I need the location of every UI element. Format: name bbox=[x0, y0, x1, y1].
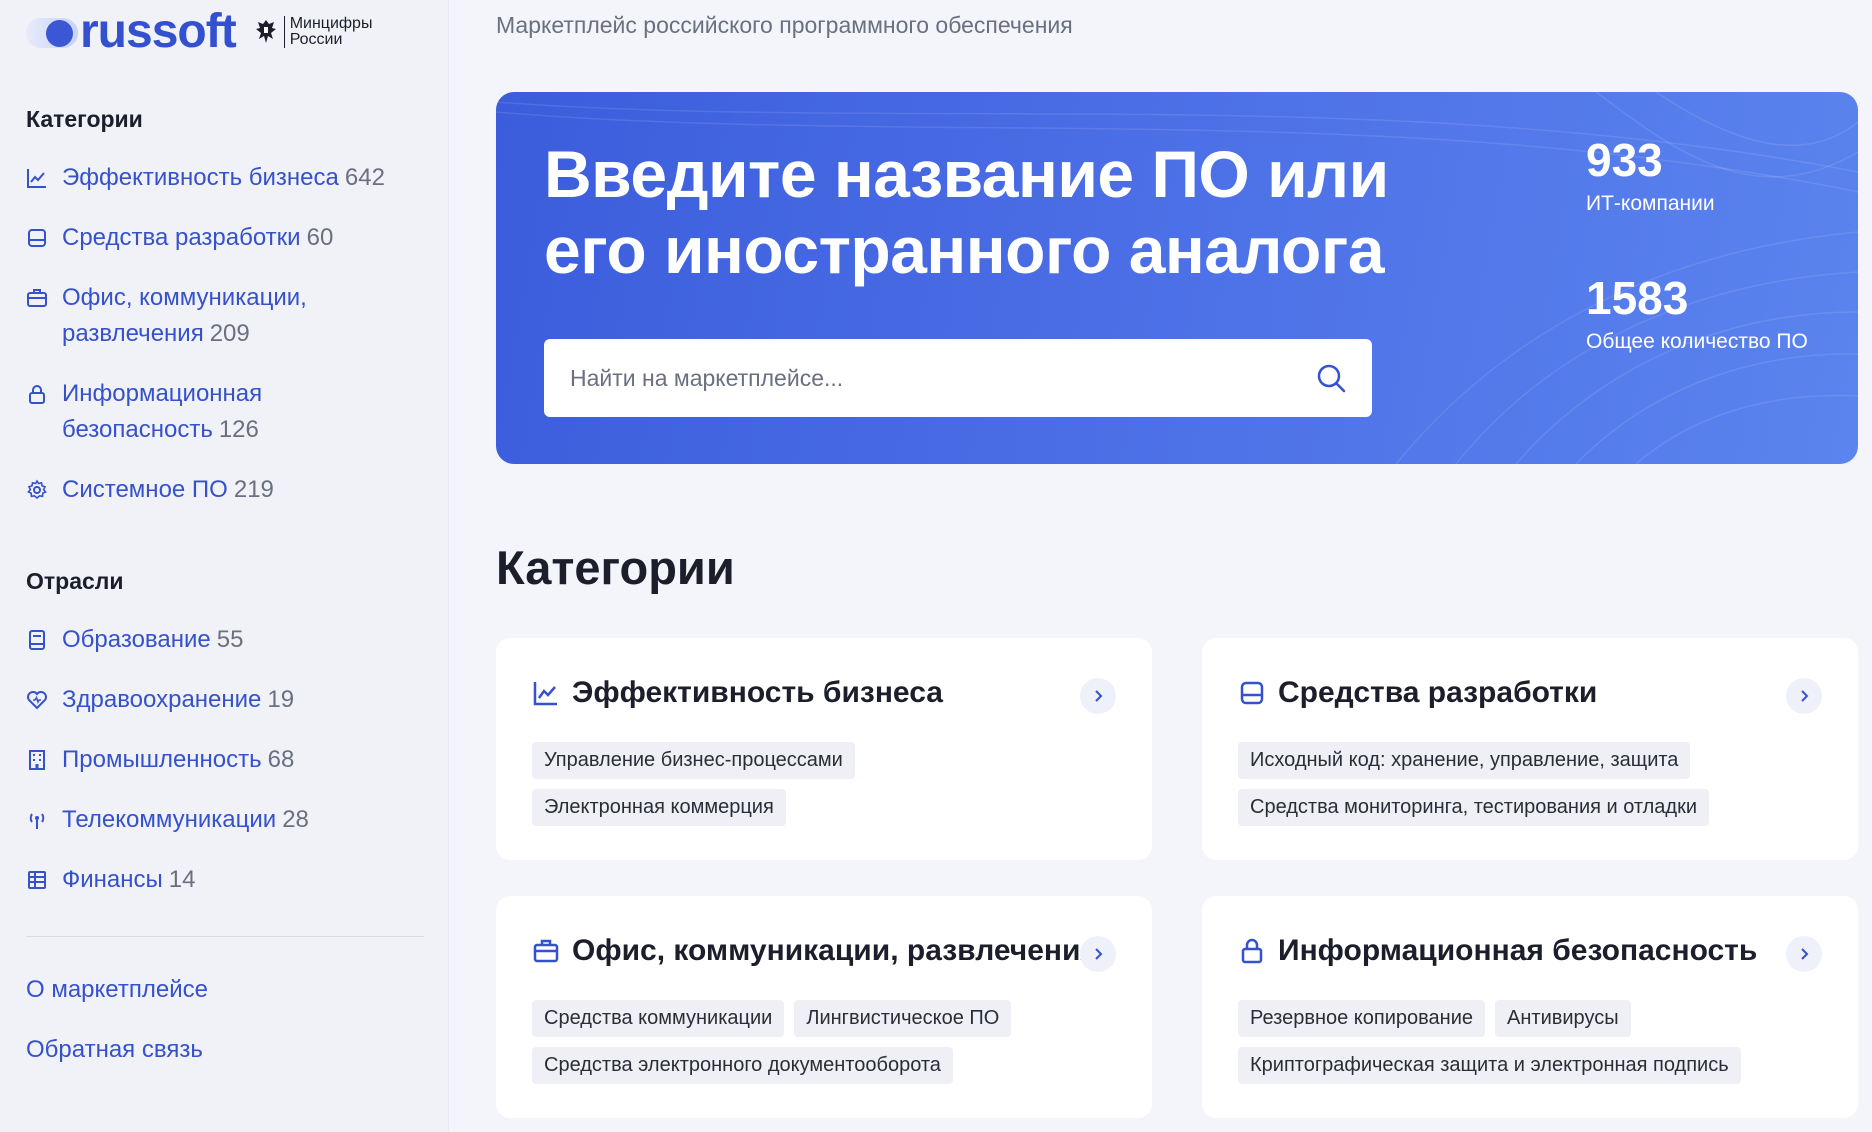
hero-title: Введите название ПО или его иностранного… bbox=[544, 136, 1424, 288]
heart-icon bbox=[27, 691, 47, 710]
hero-title-line2: его иностранного аналога bbox=[544, 213, 1385, 287]
eagle-emblem-icon bbox=[255, 20, 276, 43]
category-tag[interactable]: Средства мониторинга, тестирования и отл… bbox=[1238, 789, 1710, 826]
sidebar-item-education[interactable]: Образование 55 bbox=[26, 622, 243, 658]
ministry-line2: России bbox=[289, 31, 343, 48]
sidebar-item-label: Офис, коммуникации, bbox=[62, 284, 307, 311]
category-card-dev-tools[interactable]: Средства разработки Исходный код: хранен… bbox=[1202, 638, 1858, 860]
sidebar-item-count: 68 bbox=[267, 746, 295, 773]
category-tag[interactable]: Антивирусы bbox=[1495, 1000, 1631, 1037]
stat-value: 1583 bbox=[1586, 272, 1689, 324]
hero-title-line1: Введите название ПО или bbox=[544, 137, 1389, 211]
category-tag[interactable]: Средства коммуникации bbox=[532, 1000, 785, 1037]
sidebar-item-label: Образование bbox=[62, 626, 211, 653]
antenna-icon bbox=[29, 813, 45, 829]
hard-drive-icon bbox=[1240, 681, 1264, 705]
sidebar-item-industry[interactable]: Промышленность 68 bbox=[26, 742, 294, 778]
sidebar-item-system-software[interactable]: Системное ПО 219 bbox=[26, 472, 274, 508]
chevron-right-icon[interactable] bbox=[1786, 678, 1822, 714]
ministry-badge: Минцифры России bbox=[254, 15, 373, 48]
card-title: Офис, коммуникации, развлечения bbox=[572, 934, 1098, 967]
sidebar-item-label: Здравоохранение bbox=[62, 686, 262, 713]
stat-label: ИТ-компании bbox=[1586, 192, 1715, 215]
stat-label: Общее количество ПО bbox=[1586, 330, 1808, 353]
sidebar-item-healthcare[interactable]: Здравоохранение 19 bbox=[26, 682, 294, 718]
sidebar-item-count: 14 bbox=[168, 866, 196, 893]
category-tag[interactable]: Лингвистическое ПО bbox=[794, 1000, 1012, 1037]
chevron-right-icon[interactable] bbox=[1786, 936, 1822, 972]
industries-title: Отрасли bbox=[26, 568, 124, 594]
stat-software-total: 1583 Общее количество ПО bbox=[1586, 270, 1808, 354]
stat-companies: 933 ИТ-компании bbox=[1586, 132, 1715, 216]
sidebar-item-count: 19 bbox=[267, 686, 295, 713]
category-tag[interactable]: Средства электронного документооборота bbox=[532, 1047, 953, 1084]
category-tag[interactable]: Криптографическая защита и электронная п… bbox=[1238, 1047, 1741, 1084]
category-card-business-efficiency[interactable]: Эффективность бизнеса Управление бизнес-… bbox=[496, 638, 1152, 860]
sidebar-item-count: 126 bbox=[218, 416, 259, 443]
sidebar-item-label: Эффективность бизнеса bbox=[62, 164, 339, 191]
sidebar-item-dev-tools[interactable]: Средства разработки 60 bbox=[26, 220, 333, 256]
logo-mark-icon bbox=[26, 8, 80, 56]
card-title: Средства разработки bbox=[1278, 676, 1598, 709]
chart-line-icon bbox=[533, 682, 557, 706]
categories-heading: Категории bbox=[496, 541, 735, 594]
lock-icon bbox=[1241, 938, 1263, 964]
sidebar-item-label: Промышленность bbox=[62, 746, 262, 773]
sidebar-item-security[interactable]: Информационная безопасность 126 bbox=[26, 376, 262, 448]
chart-line-icon bbox=[27, 169, 46, 188]
hero-banner: Введите название ПО или его иностранного… bbox=[496, 92, 1858, 464]
search-icon[interactable] bbox=[1314, 361, 1348, 395]
sidebar-item-count: 60 bbox=[306, 224, 334, 251]
sidebar-item-label: Телекоммуникации bbox=[62, 806, 277, 833]
chevron-right-icon[interactable] bbox=[1080, 678, 1116, 714]
about-link[interactable]: О маркетплейсе bbox=[26, 976, 208, 1004]
briefcase-icon bbox=[27, 289, 47, 307]
sidebar-item-count: 28 bbox=[282, 806, 309, 833]
category-tag[interactable]: Управление бизнес-процессами bbox=[532, 742, 855, 779]
hard-drive-icon bbox=[28, 229, 46, 247]
sidebar-item-count: 642 bbox=[344, 164, 385, 191]
sidebar-item-finance[interactable]: Финансы 14 bbox=[26, 862, 195, 898]
sidebar-item-label: Системное ПО bbox=[62, 476, 228, 503]
page-tagline: Маркетплейс российского программного обе… bbox=[496, 12, 1073, 38]
category-card-security[interactable]: Информационная безопасность Резервное ко… bbox=[1202, 896, 1858, 1118]
bank-icon bbox=[28, 871, 46, 889]
lock-icon bbox=[29, 385, 45, 404]
logo[interactable]: russoft Минцифры России bbox=[26, 8, 372, 56]
ministry-line1: Минцифры bbox=[289, 15, 373, 32]
category-tag[interactable]: Резервное копирование bbox=[1238, 1000, 1486, 1037]
feedback-link[interactable]: Обратная связь bbox=[26, 1036, 203, 1064]
sidebar-item-label: Средства разработки bbox=[62, 224, 301, 251]
search-input[interactable] bbox=[544, 338, 1314, 418]
category-card-office[interactable]: Офис, коммуникации, развлечения Средства… bbox=[496, 896, 1152, 1118]
stat-value: 933 bbox=[1586, 134, 1663, 186]
sidebar-item-count: 55 bbox=[216, 626, 244, 653]
sidebar-item-business-efficiency[interactable]: Эффективность бизнеса 642 bbox=[26, 160, 385, 196]
sidebar-item-label-2: развлечения bbox=[62, 320, 204, 347]
category-tag[interactable]: Исходный код: хранение, управление, защи… bbox=[1238, 742, 1691, 779]
sidebar-item-count: 209 bbox=[209, 320, 250, 347]
sidebar-item-office[interactable]: Офис, коммуникации, развлечения 209 bbox=[26, 280, 307, 352]
briefcase-icon bbox=[533, 939, 559, 963]
sidebar-item-label-2: безопасность bbox=[62, 416, 213, 443]
search-box bbox=[544, 338, 1372, 418]
book-icon bbox=[29, 630, 45, 650]
chevron-right-icon[interactable] bbox=[1080, 936, 1116, 972]
card-title: Информационная безопасность bbox=[1278, 934, 1758, 967]
category-tag[interactable]: Электронная коммерция bbox=[532, 789, 786, 826]
gear-icon bbox=[27, 479, 47, 500]
building-icon bbox=[29, 750, 45, 770]
sidebar-item-label: Финансы bbox=[62, 866, 163, 893]
categories-title: Категории bbox=[26, 106, 143, 132]
sidebar-divider bbox=[26, 936, 424, 937]
sidebar: russoft Минцифры России Категории Эффект… bbox=[0, 0, 449, 1132]
sidebar-item-telecom[interactable]: Телекоммуникации 28 bbox=[26, 802, 309, 838]
brand-name: russoft bbox=[80, 5, 237, 58]
card-title: Эффективность бизнеса bbox=[572, 676, 943, 709]
sidebar-item-count: 219 bbox=[233, 476, 274, 503]
sidebar-item-label: Информационная bbox=[62, 380, 263, 407]
